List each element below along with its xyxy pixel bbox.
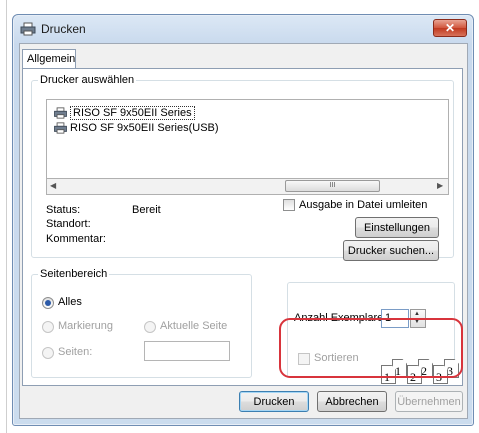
radio-current-page[interactable] [144, 321, 156, 333]
apply-button[interactable]: Übernehmen [395, 391, 463, 412]
printer-item[interactable]: RISO SF 9x50EII Series(USB) [53, 121, 219, 135]
print-to-file-checkbox[interactable] [283, 199, 295, 211]
radio-selection[interactable] [42, 321, 54, 333]
highlight-annotation [279, 318, 463, 378]
radio-current-page-label[interactable]: Aktuelle Seite [160, 320, 227, 332]
radio-all[interactable] [42, 297, 54, 309]
status-value: Bereit [132, 204, 161, 216]
print-button[interactable]: Drucken [239, 391, 309, 412]
printer-name: RISO SF 9x50EII Series [70, 106, 195, 120]
close-icon: ✕ [444, 21, 456, 35]
print-to-file-label[interactable]: Ausgabe in Datei umleiten [299, 199, 427, 211]
printer-icon [54, 122, 67, 134]
printer-icon [20, 22, 36, 36]
radio-all-label[interactable]: Alles [58, 296, 82, 308]
scroll-thumb-grip: III [329, 182, 336, 189]
close-button[interactable]: ✕ [433, 19, 467, 37]
find-printer-button[interactable]: Drucker suchen... [343, 240, 439, 261]
location-label: Standort: [46, 218, 91, 230]
printer-item[interactable]: RISO SF 9x50EII Series [53, 106, 195, 120]
background-divider [6, 0, 7, 433]
settings-button[interactable]: Einstellungen [355, 217, 439, 238]
scroll-right-icon[interactable]: ▶ [437, 181, 447, 191]
printer-list[interactable]: RISO SF 9x50EII Series RISO SF 9x50EII S… [46, 99, 449, 179]
scroll-left-icon[interactable]: ◀ [50, 181, 60, 191]
radio-selection-label[interactable]: Markierung [58, 320, 113, 332]
printer-select-group: Drucker auswählen RISO SF 9x50EII Series [31, 74, 454, 261]
printer-name: RISO SF 9x50EII Series(USB) [70, 122, 219, 134]
printer-group-legend: Drucker auswählen [38, 74, 137, 86]
pages-input[interactable] [144, 341, 230, 361]
comment-label: Kommentar: [46, 233, 106, 245]
tab-allgemein[interactable]: Allgemein [22, 49, 76, 69]
status-label: Status: [46, 204, 81, 216]
page-range-group: Seitenbereich Alles Markierung Aktuelle … [31, 268, 252, 378]
radio-pages-label[interactable]: Seiten: [58, 346, 92, 358]
printer-icon [54, 107, 67, 119]
window-title: Drucken [41, 22, 86, 36]
cancel-button[interactable]: Abbrechen [317, 391, 387, 412]
spin-up-icon[interactable]: ▲ [414, 311, 420, 317]
title-bar[interactable]: Drucken ✕ [13, 15, 473, 43]
radio-pages[interactable] [42, 347, 54, 359]
scroll-thumb[interactable]: III [285, 180, 380, 192]
printer-list-scrollbar[interactable]: ◀ III ▶ [46, 179, 449, 195]
page-range-legend: Seitenbereich [38, 268, 110, 280]
